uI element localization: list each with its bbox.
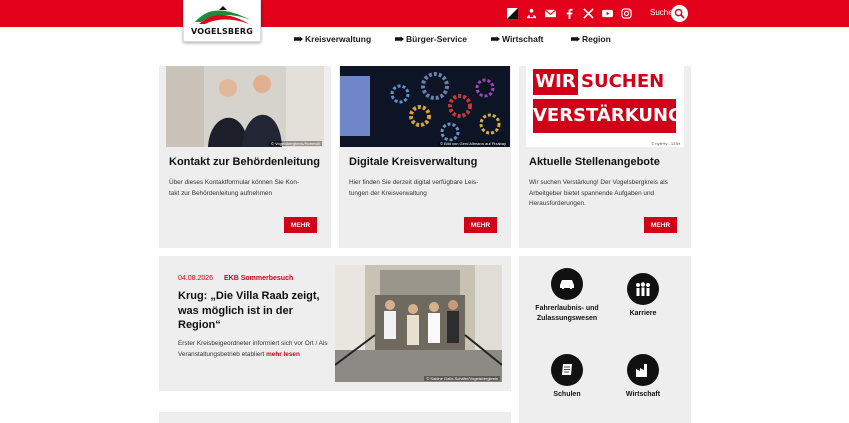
card-behoerdenleitung: © Vogelsbergkreis/Hobelstil Kontakt zur …	[159, 66, 331, 248]
nav-label: Region	[582, 34, 611, 44]
card-digitale-kreisverwaltung: © Bild von Gerd Altmann auf Pixabay Digi…	[339, 66, 511, 248]
sign-language-icon[interactable]	[506, 7, 519, 20]
site-logo[interactable]: VOGELSBERG	[183, 0, 261, 42]
news-category[interactable]: EKB Sommerbesuch	[224, 275, 293, 282]
logo-text: VOGELSBERG	[190, 27, 254, 36]
nav-arrow-icon	[395, 35, 404, 43]
card-title: Aktuelle Stellenangebote	[529, 156, 660, 168]
service-karriere[interactable]: Karriere	[593, 273, 693, 319]
youtube-icon[interactable]	[601, 7, 614, 20]
search-button[interactable]	[671, 5, 688, 22]
easy-language-icon[interactable]	[525, 7, 538, 20]
card-title: Digitale Kreisverwaltung	[349, 156, 478, 168]
image-credit: © Sabine Galle-Schäfer/Vogelsbergkreis	[424, 376, 500, 381]
social-links	[500, 7, 633, 20]
search-icon	[674, 8, 685, 19]
news-date: 04.08.2026	[178, 275, 214, 282]
news-teaser: Erster Kreisbeigeordneter informiert sic…	[178, 338, 328, 360]
instagram-icon[interactable]	[620, 7, 633, 20]
nav-item-buerger-service[interactable]: Bürger-Service	[395, 34, 467, 44]
nav-label: Bürger-Service	[406, 34, 467, 44]
logo-emblem-icon	[195, 6, 251, 24]
service-label: Wirtschaft	[625, 391, 661, 398]
news-teaser-text: Erster Kreisbeigeordneter informiert sic…	[178, 340, 328, 358]
car-icon	[551, 268, 583, 300]
nav-item-kreisverwaltung[interactable]: Kreisverwaltung	[294, 34, 371, 44]
factory-icon	[627, 354, 659, 386]
x-icon[interactable]	[582, 7, 595, 20]
facebook-icon[interactable]	[563, 7, 576, 20]
service-label: Karriere	[629, 310, 657, 317]
card-text: Hier finden Sie derzeit digital verfügba…	[349, 179, 479, 197]
card-title: Kontakt zur Behördenleitung	[169, 156, 320, 168]
read-more-link[interactable]: mehr lesen	[266, 351, 300, 358]
mail-icon[interactable]	[544, 7, 557, 20]
card-image-people: © Vogelsbergkreis/Hobelstil	[166, 66, 324, 147]
card-image-banner: WIR SUCHEN VERSTÄRKUNG © nyft+fy - 123rf	[526, 66, 684, 147]
banner-verstaerkung: VERSTÄRKUNG	[533, 99, 683, 133]
nav-item-region[interactable]: Region	[571, 34, 611, 44]
book-icon	[551, 354, 583, 386]
news-image[interactable]: © Sabine Galle-Schäfer/Vogelsbergkreis	[335, 265, 502, 382]
nav-label: Wirtschaft	[502, 34, 544, 44]
mehr-button[interactable]: MEHR	[284, 217, 317, 233]
mehr-button[interactable]: MEHR	[464, 217, 497, 233]
people-icon	[627, 273, 659, 305]
card-text: Wir suchen Verstärkung! Der Vogelsbergkr…	[529, 179, 668, 207]
nav-arrow-icon	[491, 35, 500, 43]
banner-suchen: SUCHEN	[581, 71, 665, 92]
nav-arrow-icon	[294, 35, 303, 43]
image-credit: © Vogelsbergkreis/Hobelstil	[269, 141, 322, 146]
card-image-gears: © Bild von Gerd Altmann auf Pixabay	[340, 66, 510, 147]
image-credit: © Bild von Gerd Altmann auf Pixabay	[438, 141, 508, 146]
top-bar	[0, 0, 849, 27]
mehr-button[interactable]: MEHR	[644, 217, 677, 233]
banner-wir: WIR	[533, 69, 578, 95]
nav-label: Kreisverwaltung	[305, 34, 372, 44]
image-credit: © nyft+fy - 123rf	[649, 141, 682, 146]
card-text: Über dieses Kontaktformular können Sie K…	[169, 179, 300, 197]
news-title[interactable]: Krug: „Die Villa Raab zeigt, was möglich…	[178, 289, 330, 333]
news-card-next	[159, 412, 511, 423]
nav-arrow-icon	[571, 35, 580, 43]
nav-item-wirtschaft[interactable]: Wirtschaft	[491, 34, 543, 44]
search-label: Suche	[650, 8, 673, 17]
card-stellenangebote: WIR SUCHEN VERSTÄRKUNG © nyft+fy - 123rf…	[519, 66, 691, 248]
service-wirtschaft[interactable]: Wirtschaft	[593, 354, 693, 400]
